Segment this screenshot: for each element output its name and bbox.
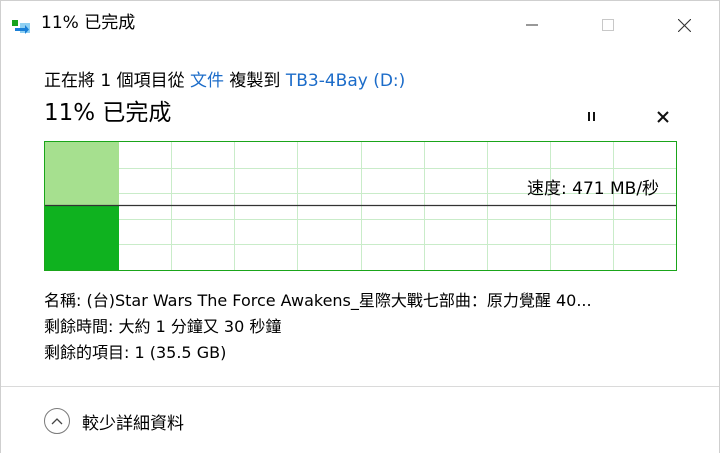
progress-status: 11% 已完成 [44, 100, 172, 126]
pause-icon [588, 112, 595, 121]
destination-link[interactable]: TB3-4Bay (D:) [286, 71, 405, 91]
title-bar[interactable]: 11% 已完成 [1, 1, 719, 49]
source-link[interactable]: 文件 [190, 71, 224, 91]
fewer-details-toggle[interactable]: 較少詳細資料 [44, 408, 184, 434]
file-name: 名稱: (台)Star Wars The Force Awakens_星際大戰七… [44, 291, 592, 310]
copy-middle-text: 複製到 [224, 71, 286, 91]
copy-description: 正在將 1 個項目從 文件 複製到 TB3-4Bay (D:) [44, 69, 405, 93]
cancel-button[interactable] [656, 109, 670, 123]
cancel-icon [657, 111, 669, 123]
window-title: 11% 已完成 [41, 13, 136, 33]
transfer-speed-fill [45, 206, 119, 270]
close-button[interactable] [661, 1, 707, 49]
file-copy-icon [11, 15, 31, 35]
fewer-details-label[interactable]: 較少詳細資料 [82, 409, 184, 434]
chevron-up-icon[interactable] [44, 408, 70, 434]
speed-graph-canvas [45, 142, 676, 270]
maximize-button[interactable] [585, 1, 631, 49]
copy-prefix-text: 正在將 1 個項目從 [44, 71, 191, 91]
items-remaining: 剩餘的項目: 1 (35.5 GB) [44, 343, 227, 362]
speed-graph [44, 141, 677, 271]
pause-button[interactable] [584, 107, 600, 125]
speed-label: 速度: 471 MB/秒 [527, 179, 660, 199]
minimize-icon [526, 24, 538, 26]
close-icon [677, 18, 691, 32]
time-remaining: 剩餘時間: 大約 1 分鐘又 30 秒鐘 [44, 317, 282, 336]
footer-bar: 較少詳細資料 [1, 386, 719, 453]
copy-progress-dialog: 11% 已完成 正在將 1 個項目從 文件 複製到 TB3-4Bay (D:) … [0, 0, 720, 453]
maximize-icon [602, 19, 614, 31]
minimize-button[interactable] [509, 1, 555, 49]
